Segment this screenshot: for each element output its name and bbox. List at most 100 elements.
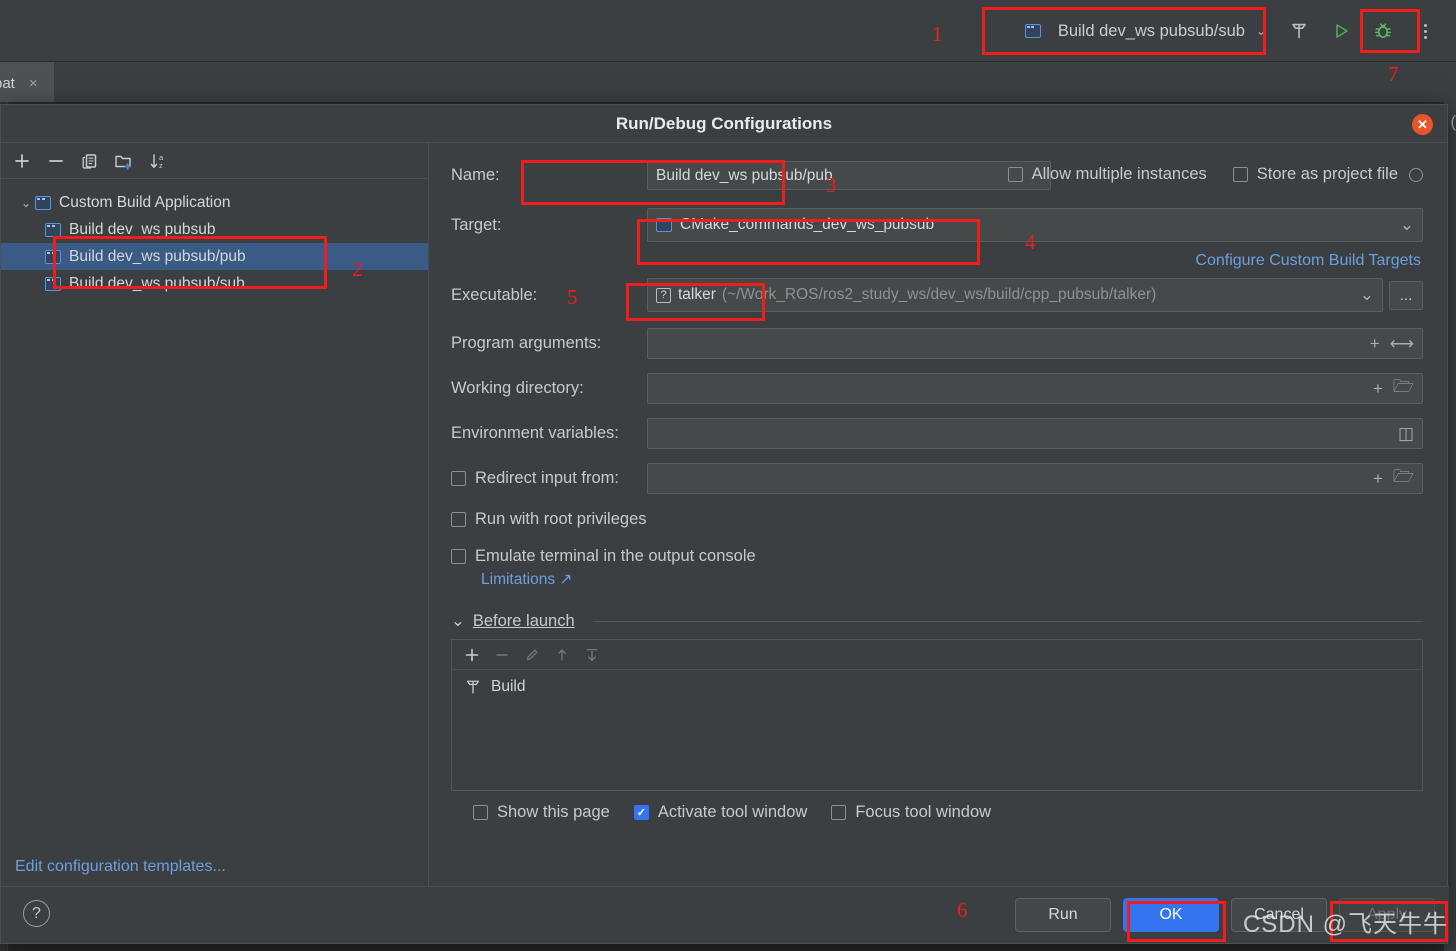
configuration-settings-panel: Name: Build dev_ws pubsub/pub Allow mult…	[429, 143, 1449, 888]
before-launch-toolbar	[452, 640, 1422, 670]
svg-text:z: z	[159, 161, 163, 170]
redirect-input-from-label: Redirect input from:	[475, 469, 619, 487]
run-configuration-selector[interactable]: Build dev_ws pubsub/sub ⌄	[1015, 16, 1278, 47]
limitations-link[interactable]: Limitations ↗	[481, 570, 1423, 589]
environment-variables-input[interactable]: ◫	[647, 418, 1423, 449]
configurations-tree-panel: a z ⌄ Custom Build Application Build dev…	[1, 143, 429, 888]
folder-icon[interactable]: 🗁	[1393, 464, 1414, 493]
run-configuration-icon	[656, 218, 672, 232]
edit-env-vars-icon[interactable]: ◫	[1398, 424, 1414, 444]
chevron-down-icon[interactable]: ⌄	[1400, 215, 1414, 235]
working-directory-input[interactable]: + 🗁	[647, 373, 1423, 404]
program-arguments-row: Program arguments: + ⟷	[451, 328, 1423, 359]
redirect-input-row: Redirect input from: + 🗁	[451, 463, 1423, 494]
arrow-down-icon[interactable]	[578, 642, 606, 668]
editor-tabs-strip: bat ×	[0, 62, 1456, 102]
tree-item-label: Build dev_ws pubsub/sub	[69, 274, 245, 292]
executable-label: Executable:	[451, 285, 538, 304]
ok-button[interactable]: OK	[1123, 898, 1219, 932]
annotation-number-7: 7	[1388, 62, 1399, 86]
target-row: Target: CMake_commands_dev_ws_pubsub ⌄	[451, 208, 1423, 242]
tree-group-label: Custom Build Application	[59, 193, 231, 211]
copy-icon[interactable]	[75, 147, 105, 175]
show-this-page-checkbox[interactable]: Show this page	[473, 803, 610, 822]
emulate-terminal-checkbox[interactable]: Emulate terminal in the output console	[451, 547, 1423, 566]
activate-tool-window-checkbox[interactable]: ✓ Activate tool window	[633, 803, 807, 822]
tree-item-build-dev-ws-pubsub[interactable]: Build dev_ws pubsub	[1, 216, 428, 243]
run-with-root-privileges-checkbox[interactable]: Run with root privileges	[451, 510, 1423, 529]
before-launch-box: Build	[451, 639, 1423, 791]
help-button[interactable]: ?	[23, 900, 50, 927]
tree-item-build-dev-ws-pubsub-pub[interactable]: Build dev_ws pubsub/pub	[1, 243, 428, 270]
environment-variables-label: Environment variables:	[451, 424, 619, 442]
gear-icon[interactable]	[1409, 167, 1423, 182]
store-as-project-file-label: Store as project file	[1256, 165, 1398, 183]
before-launch-task-row[interactable]: Build	[452, 670, 1422, 704]
name-input[interactable]: Build dev_ws pubsub/pub	[647, 161, 1051, 190]
tree-toolbar: a z	[1, 143, 428, 179]
executable-browse-button[interactable]: ...	[1389, 280, 1423, 310]
close-icon[interactable]: ×	[29, 75, 38, 92]
tree-item-build-dev-ws-pubsub-sub[interactable]: Build dev_ws pubsub/sub	[1, 270, 428, 297]
arrow-up-icon[interactable]	[548, 642, 576, 668]
folder-add-icon[interactable]	[109, 147, 139, 175]
before-launch-header[interactable]: ⌄ Before launch	[451, 611, 1423, 631]
annotation-number-2: 2	[352, 257, 363, 281]
name-label: Name:	[451, 166, 500, 184]
allow-multiple-instances-checkbox[interactable]: Allow multiple instances	[1007, 165, 1207, 184]
redirect-input-from-checkbox[interactable]: Redirect input from:	[451, 469, 647, 488]
dialog-body: a z ⌄ Custom Build Application Build dev…	[1, 143, 1449, 888]
add-macro-icon[interactable]: +	[1373, 469, 1383, 489]
add-configuration-button[interactable]	[7, 147, 37, 175]
before-launch-options: Show this page ✓ Activate tool window Fo…	[451, 803, 1423, 822]
run-button[interactable]: Run	[1015, 898, 1111, 932]
checkbox-box	[451, 549, 466, 564]
checkbox-box: ✓	[633, 805, 649, 820]
run-debug-configurations-dialog: Run/Debug Configurations ✕ a z ⌄ Custom …	[0, 104, 1449, 944]
sort-az-icon[interactable]: a z	[143, 147, 173, 175]
target-label: Target:	[451, 215, 502, 234]
add-macro-icon[interactable]: +	[1370, 334, 1380, 354]
allow-multiple-instances-label: Allow multiple instances	[1031, 165, 1207, 183]
program-arguments-input[interactable]: + ⟷	[647, 328, 1423, 359]
more-options-kebab-icon[interactable]	[1404, 10, 1446, 52]
build-hammer-icon[interactable]	[1278, 10, 1320, 52]
tree-group-custom-build-application[interactable]: ⌄ Custom Build Application	[1, 189, 428, 216]
redirect-input-from-input[interactable]: + 🗁	[647, 463, 1423, 494]
editor-tab[interactable]: bat ×	[0, 62, 54, 102]
folder-icon[interactable]: 🗁	[1393, 374, 1414, 403]
close-icon[interactable]: ✕	[1412, 114, 1433, 135]
target-value: CMake_commands_dev_ws_pubsub	[680, 216, 935, 233]
chevron-down-icon[interactable]: ⌄	[1360, 285, 1374, 305]
store-as-project-file-checkbox[interactable]: Store as project file	[1232, 165, 1423, 184]
remove-configuration-button[interactable]	[41, 147, 71, 175]
add-task-button[interactable]	[458, 642, 486, 668]
add-macro-icon[interactable]: +	[1373, 379, 1383, 399]
run-configuration-icon	[45, 222, 61, 237]
editor-tab-label: bat	[0, 74, 15, 92]
before-launch-title: Before launch	[472, 611, 575, 630]
debug-bug-icon[interactable]	[1362, 10, 1404, 52]
tree-item-label: Build dev_ws pubsub/pub	[69, 247, 246, 265]
focus-tool-window-checkbox[interactable]: Focus tool window	[831, 803, 991, 822]
ide-toolbar-right-group: Build dev_ws pubsub/sub ⌄	[1015, 0, 1446, 62]
before-launch-task-label: Build	[491, 678, 526, 695]
run-configuration-icon	[45, 276, 61, 291]
expand-editor-icon[interactable]: ⟷	[1390, 334, 1414, 354]
executable-dropdown[interactable]: ? talker (~/Work_ROS/ros2_study_ws/dev_w…	[647, 278, 1383, 312]
run-play-icon[interactable]	[1320, 10, 1362, 52]
chevron-down-icon[interactable]: ⌄	[451, 611, 465, 631]
checkbox-box	[451, 471, 466, 486]
configure-custom-build-targets-link[interactable]: Configure Custom Build Targets	[1195, 252, 1421, 269]
checkbox-box	[473, 805, 488, 820]
edit-configuration-templates-link[interactable]: Edit configuration templates...	[15, 858, 226, 876]
configure-custom-build-targets-row: Configure Custom Build Targets	[451, 252, 1421, 270]
pencil-icon[interactable]	[518, 642, 546, 668]
annotation-number-4: 4	[1025, 230, 1036, 254]
remove-task-button[interactable]	[488, 642, 516, 668]
dialog-title: Run/Debug Configurations	[615, 113, 833, 133]
dialog-footer: ? Run OK Cancel Apply	[1, 886, 1449, 943]
annotation-number-1: 1	[932, 22, 943, 46]
chevron-down-icon[interactable]: ⌄	[17, 196, 35, 210]
checkbox-box	[1232, 167, 1248, 182]
